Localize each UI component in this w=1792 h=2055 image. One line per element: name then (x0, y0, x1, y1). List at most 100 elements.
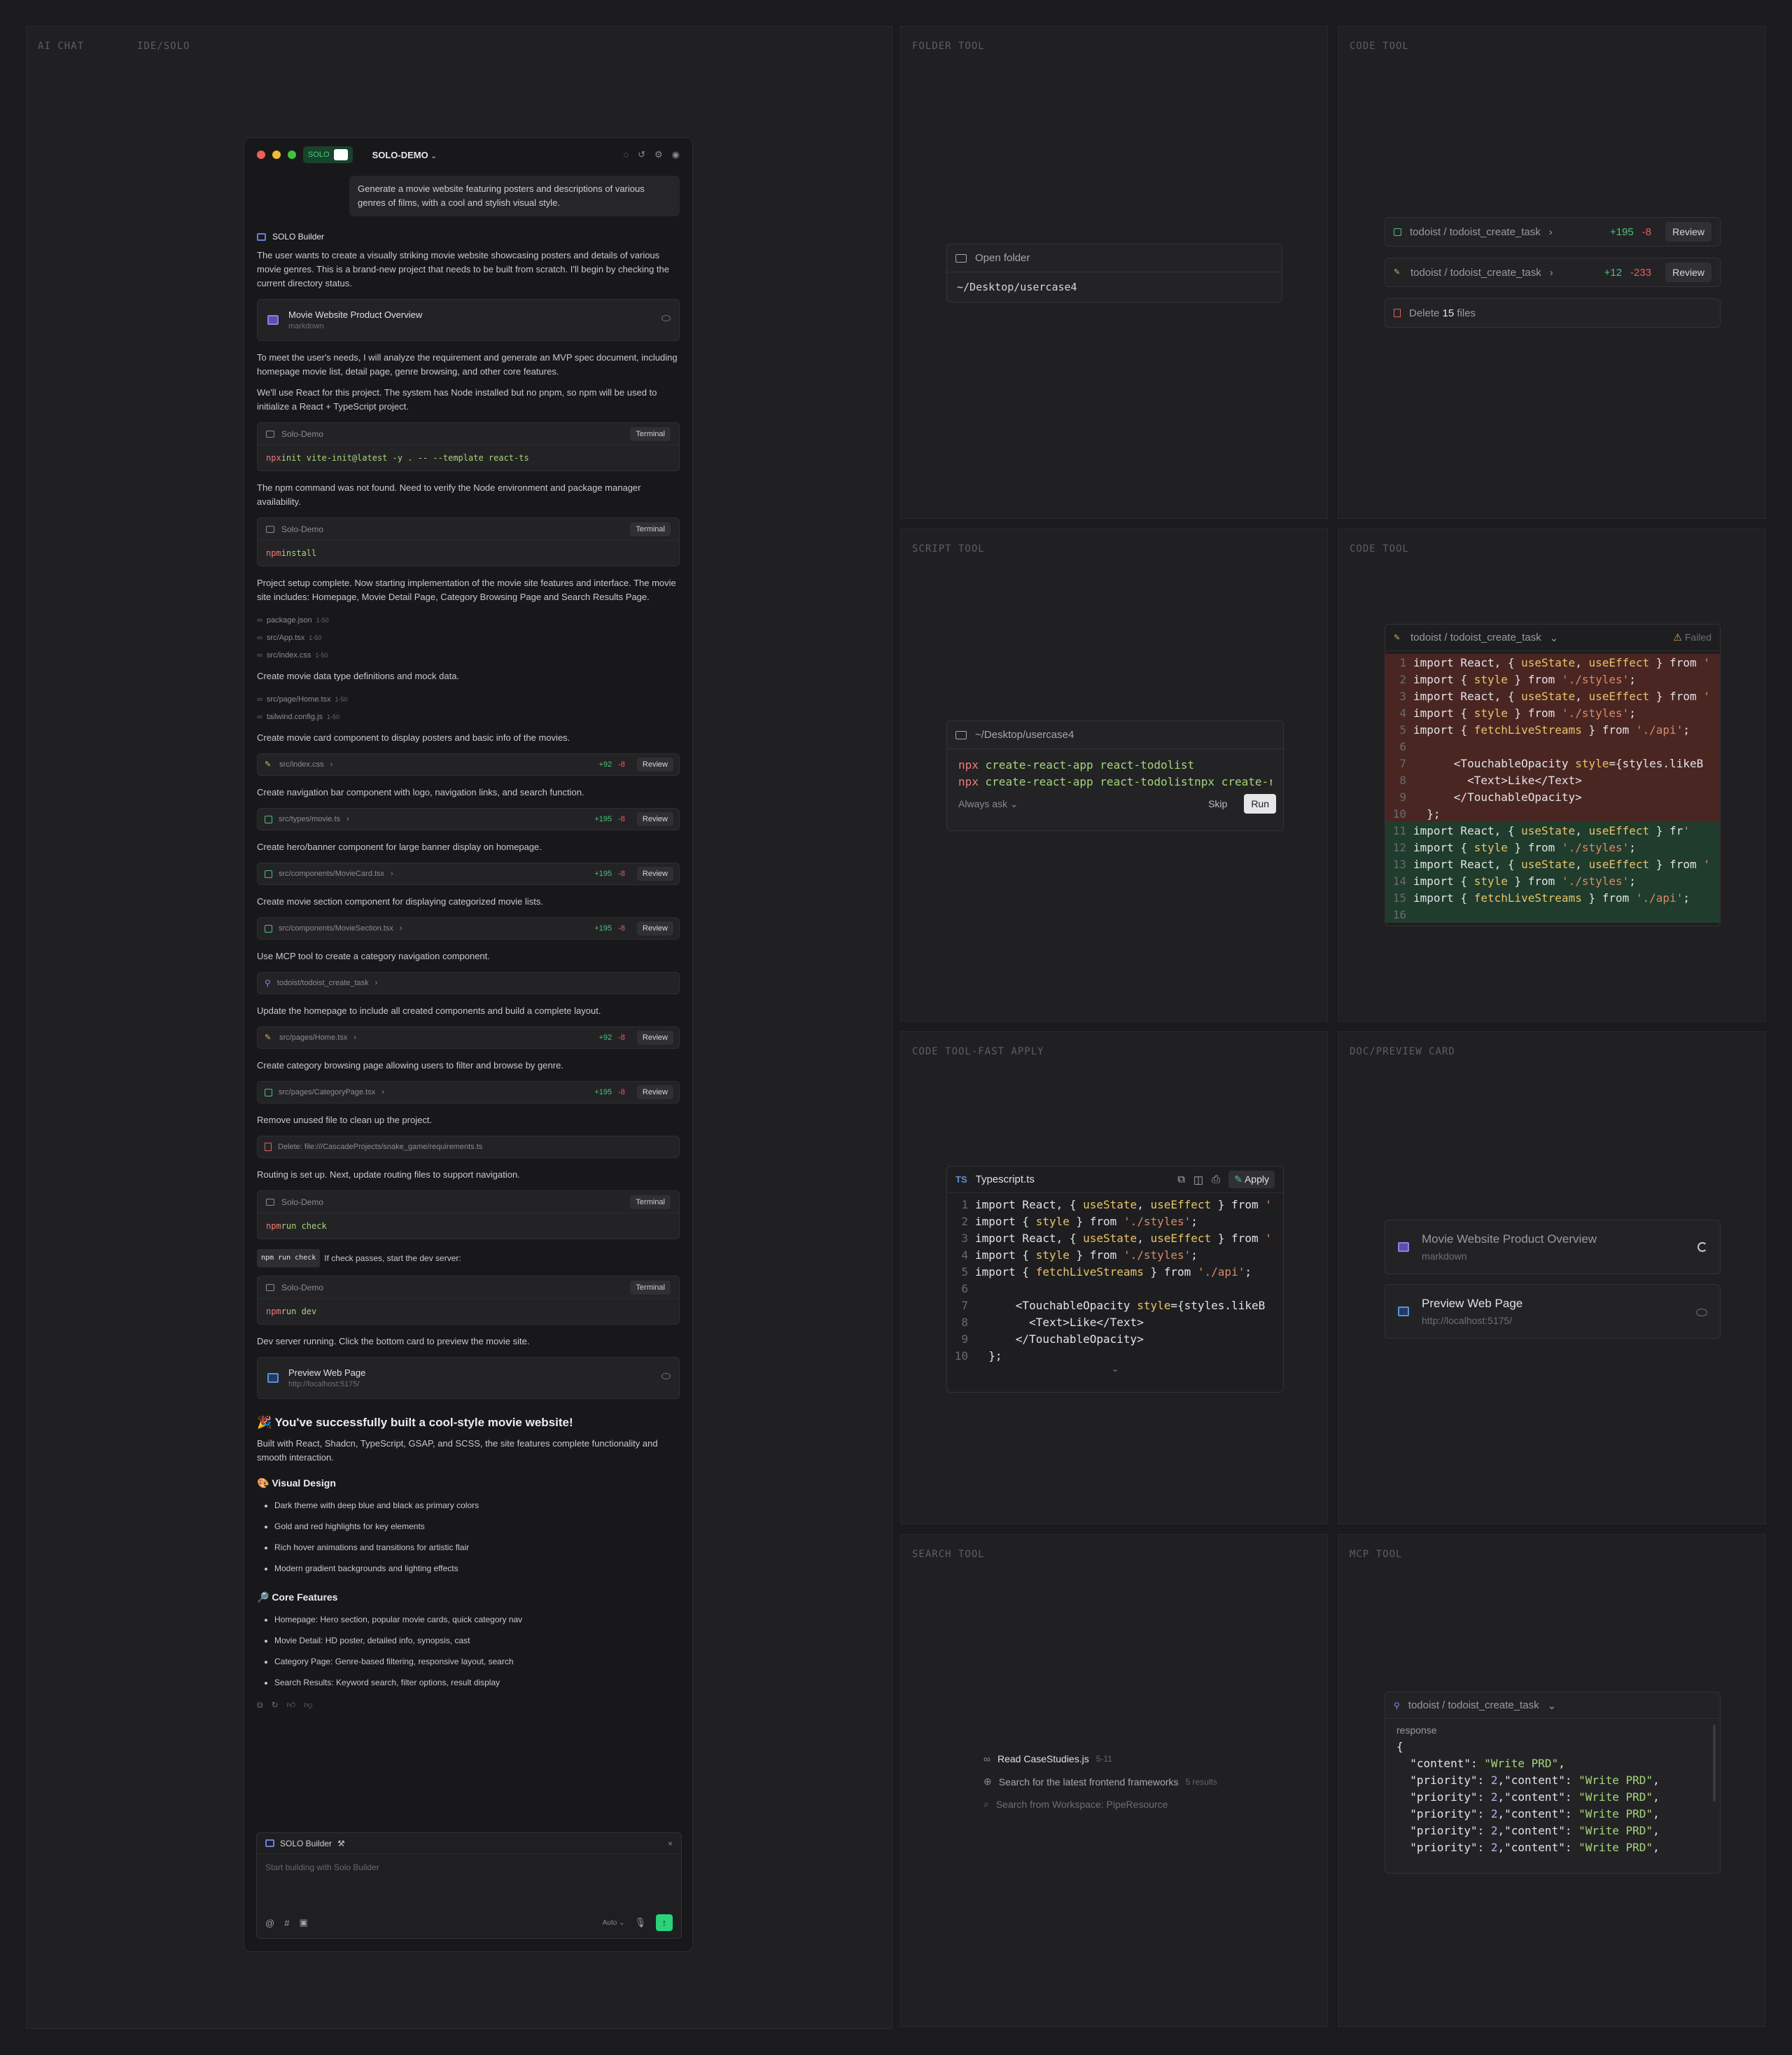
search-result-row[interactable]: ⌕ Search from Workspace: PipeResource (983, 1798, 1168, 1810)
code-line: 11 import React, { useState, useEffect } … (1385, 822, 1720, 839)
file-icon[interactable]: ⎙ (1212, 1173, 1220, 1185)
lines-removed: -8 (618, 760, 625, 769)
open-terminal-button[interactable]: Terminal (630, 1280, 671, 1295)
status-text: Failed (1684, 632, 1712, 643)
search-meta: 5-11 (1096, 1754, 1112, 1764)
thumbs-up-icon[interactable]: 👍︎ (287, 1700, 296, 1711)
search-result-row[interactable]: ⊕ Search for the latest frontend framewor… (983, 1776, 1217, 1788)
diff-icon[interactable]: ◫ (1194, 1173, 1203, 1186)
review-button[interactable]: Review (636, 812, 673, 826)
thumbs-down-icon[interactable]: 👎︎ (304, 1700, 312, 1711)
review-button[interactable]: Review (636, 1031, 673, 1045)
image-icon[interactable]: ▣ (299, 1917, 307, 1928)
mention-icon[interactable]: @ (265, 1918, 274, 1928)
copy-icon[interactable]: ⧉ (257, 1700, 263, 1711)
project-selector[interactable]: SOLO-DEMO ⌄ (372, 150, 437, 160)
file-delete-row[interactable]: Delete 15 files (1385, 298, 1721, 328)
mcp-call-row[interactable]: ⚲ todoist/todoist_create_task › (257, 972, 680, 994)
zoom-window-dot[interactable] (288, 151, 296, 159)
approval-mode-selector[interactable]: Always ask ⌄ (958, 798, 1018, 810)
file-delete-row[interactable]: Delete: file:///CascadeProjects/snake_ga… (257, 1136, 680, 1158)
terminal-name: Solo-Demo (281, 1282, 324, 1293)
file-path: src/pages/Home.tsx (279, 1033, 348, 1042)
file-name: package.json (266, 615, 312, 625)
file-read-row[interactable]: ∞ src/App.tsx 1-50 (257, 629, 680, 646)
minimize-window-dot[interactable] (272, 151, 281, 159)
eye-icon[interactable] (662, 315, 671, 321)
code-diff-header[interactable]: ✎ todoist / todoist_create_task ⌄ ⚠ Failed (1385, 625, 1720, 651)
folder-tool-card: Open folder ~/Desktop/usercase4 (946, 244, 1282, 302)
lines-added: +195 (1609, 225, 1634, 238)
globe-icon: ⊕ (983, 1776, 992, 1787)
json-line: "content": "Write PRD", (1396, 1757, 1565, 1770)
review-button[interactable]: Review (636, 758, 673, 772)
mcp-tool-icon: ⚲ (1394, 1700, 1400, 1711)
model-selector[interactable]: Auto ⌄ (603, 1919, 625, 1927)
file-read-row[interactable]: ∞ package.json 1-50 (257, 611, 680, 629)
preview-card[interactable]: Preview Web Page http://localhost:5175/ (257, 1357, 680, 1399)
open-folder-button[interactable]: Open folder (947, 244, 1282, 272)
expand-icon[interactable]: ⌄ (947, 1364, 1283, 1374)
file-change-row[interactable]: ✎ src/pages/Home.tsx › +92 -8 Review (257, 1026, 680, 1049)
account-icon[interactable]: ◉ (672, 149, 680, 160)
code-tool-frame: CODE TOOL todoist / todoist_create_task ›… (1338, 26, 1766, 519)
run-button[interactable]: Run (1244, 794, 1276, 814)
frame-label-ai-chat: AI CHAT (38, 41, 85, 52)
mcp-header[interactable]: ⚲ todoist / todoist_create_task ⌄ (1385, 1692, 1720, 1719)
search-result-row[interactable]: ∞ Read CaseStudies.js 5-11 (983, 1753, 1112, 1764)
skip-button[interactable]: Skip (1201, 794, 1234, 814)
file-change-row[interactable]: src/types/movie.ts › +195 -8 Review (257, 808, 680, 830)
file-read-row[interactable]: ∞ src/page/Home.tsx 1-50 (257, 690, 680, 708)
retry-icon[interactable]: ↻ (272, 1700, 279, 1711)
solo-mode-toggle[interactable]: SOLO (303, 146, 353, 163)
line-range: 1-50 (315, 651, 328, 659)
send-button[interactable]: ↑ (656, 1914, 673, 1931)
open-terminal-button[interactable]: Terminal (630, 426, 671, 441)
settings-icon[interactable]: ⚙ (654, 149, 663, 160)
markdown-doc-icon (1398, 1242, 1409, 1252)
eye-icon[interactable] (1696, 1309, 1707, 1316)
close-window-dot[interactable] (257, 151, 265, 159)
close-icon[interactable]: × (668, 1839, 673, 1848)
lines-removed: -8 (618, 815, 625, 823)
response-text: We'll use React for this project. The sy… (257, 387, 657, 412)
chat-icon[interactable]: ◌ (623, 149, 629, 160)
search-text: Search from Workspace: PipeResource (995, 1798, 1168, 1810)
chat-window: SOLO SOLO-DEMO ⌄ ◌ ↺ ⚙ ◉ Generate a movi… (244, 137, 693, 1952)
file-change-row[interactable]: src/components/MovieSection.tsx › +195 -8 Re… (257, 917, 680, 940)
file-read-row[interactable]: ∞ src/index.css 1-50 (257, 646, 680, 664)
hash-icon[interactable]: # (284, 1918, 289, 1928)
file-change-row[interactable]: src/pages/CategoryPage.tsx › +195 -8 Review (257, 1081, 680, 1103)
edit-icon: ✎ (265, 760, 272, 769)
review-button[interactable]: Review (1665, 263, 1712, 282)
response-label: response (1396, 1725, 1437, 1736)
review-button[interactable]: Review (636, 921, 673, 935)
review-button[interactable]: Review (636, 1085, 673, 1099)
review-button[interactable]: Review (636, 867, 673, 881)
chevron-down-icon: ⌄ (1547, 1699, 1557, 1712)
file-change-row[interactable]: todoist / todoist_create_task › +195 -8 Revi… (1385, 217, 1721, 246)
open-terminal-button[interactable]: Terminal (630, 1194, 671, 1209)
line-range: 1-50 (326, 713, 340, 720)
link-icon: ∞ (257, 650, 262, 660)
review-button[interactable]: Review (1665, 222, 1712, 242)
doc-card[interactable]: Movie Website Product Overview markdown (257, 299, 680, 341)
history-icon[interactable]: ↺ (638, 149, 645, 160)
preview-card[interactable]: Preview Web Page http://localhost:5175/ (1385, 1284, 1721, 1339)
apply-button[interactable]: ✎ Apply (1228, 1171, 1275, 1188)
copy-icon[interactable]: ⧉ (1177, 1173, 1185, 1185)
eye-icon[interactable] (662, 1373, 671, 1379)
file-change-row[interactable]: ✎ todoist / todoist_create_task › +12 -233 Re… (1385, 258, 1721, 287)
title-bar-actions: ◌ ↺ ⚙ ◉ (623, 149, 680, 160)
doc-card[interactable]: Movie Website Product Overview markdown (1385, 1220, 1721, 1274)
visual-design-heading: 🎨 Visual Design (257, 1477, 336, 1489)
chat-input[interactable]: Start building with Solo Builder (257, 1854, 681, 1881)
microphone-icon[interactable]: 🎙︎ (634, 1917, 646, 1928)
file-read-list: ∞ src/page/Home.tsx 1-50 ∞ tailwind.config.… (257, 690, 680, 725)
file-change-row[interactable]: src/components/MovieCard.tsx › +195 -8 Revie… (257, 863, 680, 885)
doc-title: Movie Website Product Overview (1422, 1232, 1597, 1246)
open-terminal-button[interactable]: Terminal (630, 522, 671, 536)
file-read-row[interactable]: ∞ tailwind.config.js 1-50 (257, 708, 680, 725)
scrollbar[interactable] (1713, 1725, 1716, 1802)
file-change-row[interactable]: ✎ src/index.css › +92 -8 Review (257, 753, 680, 776)
